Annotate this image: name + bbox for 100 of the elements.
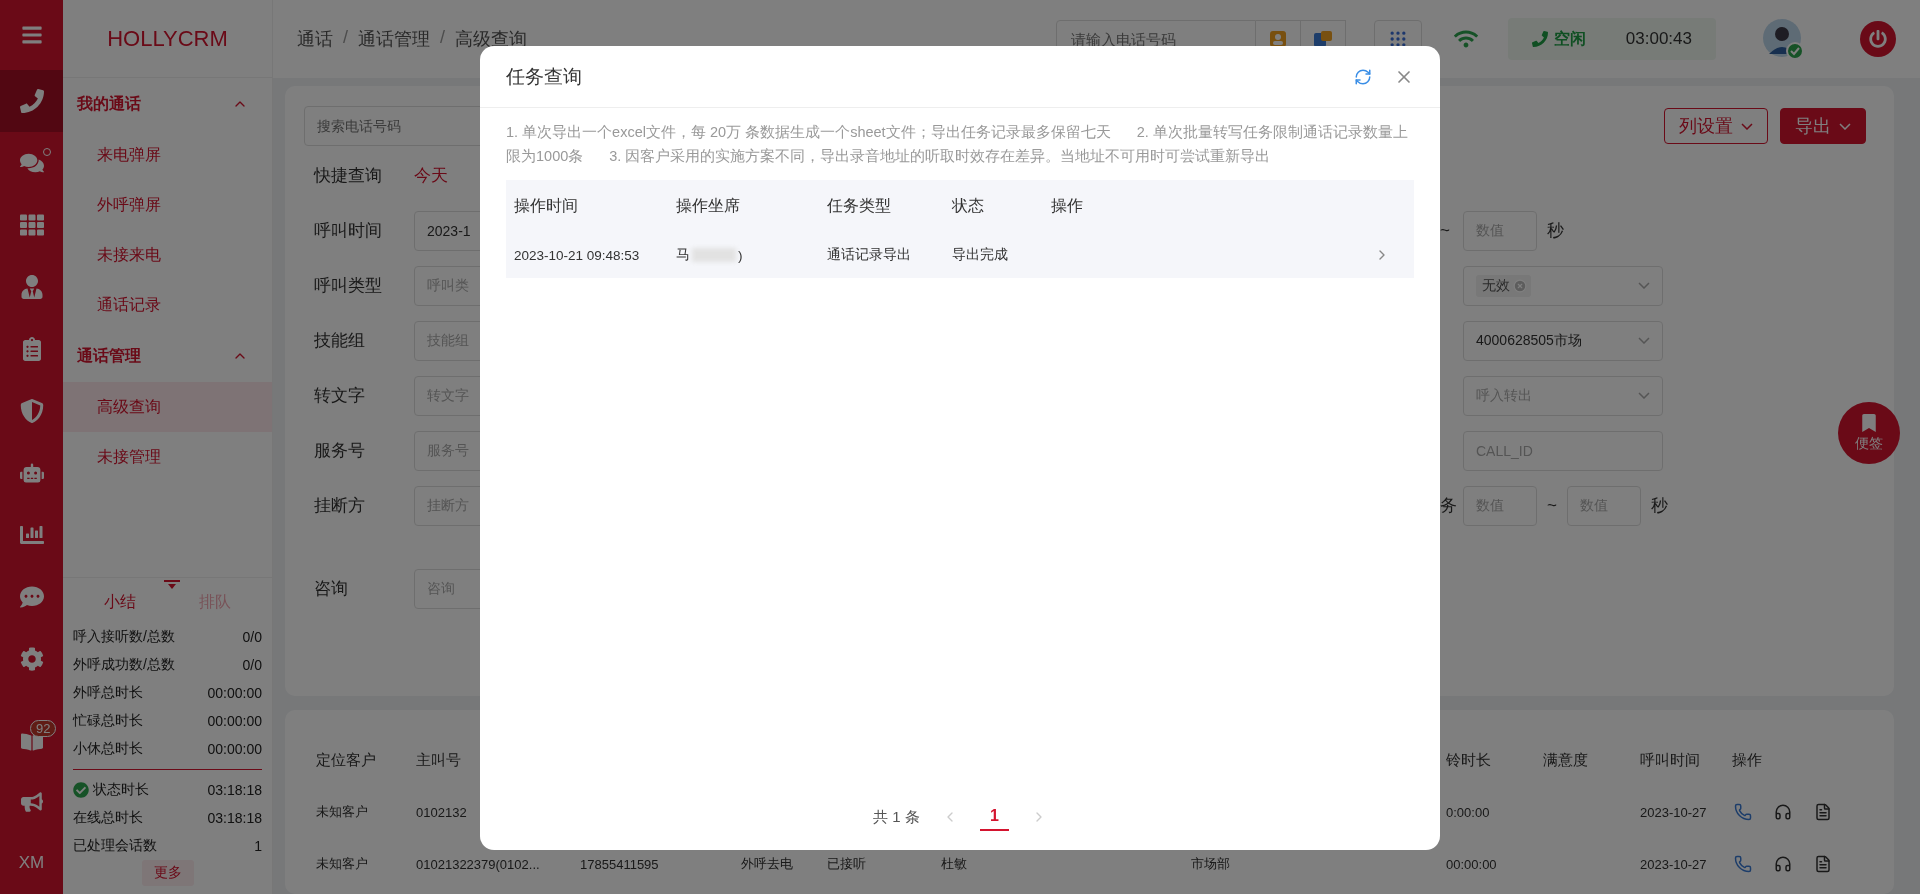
phone-icon[interactable]	[1734, 803, 1752, 821]
field-label: 服务号	[314, 440, 366, 462]
stat-label: 小休总时长	[73, 740, 143, 758]
table-cell-text: 2023-10-27	[1639, 804, 1708, 820]
range-separator: ~	[1440, 220, 1451, 241]
headphones-icon[interactable]	[1774, 803, 1792, 821]
column-header: 状态	[951, 195, 985, 216]
stat-value: 03:18:18	[207, 782, 262, 798]
bar-chart-icon	[19, 523, 44, 547]
table-cell: 马	[676, 246, 690, 264]
table-cell-text: 01021322379(0102...	[415, 856, 541, 872]
dropdown-icon	[1638, 282, 1650, 289]
tab-indicator-icon	[164, 580, 180, 590]
table-cell-text: 通话记录导出	[826, 246, 912, 264]
table-cell-text: 未知客户	[315, 855, 369, 873]
breadcrumb-separator: /	[343, 27, 348, 49]
nav-item[interactable]: 通话记录	[63, 280, 272, 330]
field-label: 挂断方	[314, 495, 366, 517]
unit-label: 秒	[1547, 220, 1564, 242]
menu-icon	[20, 24, 43, 46]
table-cell-text: 0:00:00	[1445, 804, 1491, 820]
summary-tab[interactable]: 小结	[98, 588, 143, 617]
person-icon	[19, 275, 44, 299]
column-header: 操作坐席	[675, 195, 741, 216]
page-number[interactable]: 1	[979, 803, 1009, 831]
window-icon[interactable]	[1312, 30, 1333, 48]
field-label: 呼叫类型	[314, 275, 383, 297]
breadcrumb-item: 高级查询	[455, 28, 528, 51]
book-icon	[20, 731, 43, 753]
stat-value: 0/0	[242, 657, 262, 673]
table-cell-text: 2023-10-21 09:48:53	[513, 247, 641, 263]
field-label: 咨询	[314, 578, 349, 600]
message-icon	[19, 585, 44, 609]
contact-icon[interactable]	[1268, 30, 1287, 48]
logo: HOLLYCRM	[63, 0, 272, 78]
column-header: 满意度	[1542, 750, 1589, 770]
rail-item[interactable]: 92	[0, 712, 63, 772]
column-settings-button[interactable]: 列设置	[1664, 108, 1768, 144]
nav-item[interactable]: 来电弹屏	[63, 130, 272, 180]
column-header: 定位客户	[315, 750, 377, 770]
export-button[interactable]: 导出	[1780, 108, 1866, 144]
breadcrumb-separator: /	[440, 27, 446, 49]
phone-icon[interactable]	[1734, 855, 1752, 873]
nav-item[interactable]: 未接来电	[63, 230, 272, 280]
caret-icon	[1839, 122, 1851, 130]
stat-value: 0/0	[242, 629, 262, 645]
column-header: 任务类型	[826, 195, 892, 216]
column-header: 操作时间	[513, 195, 579, 216]
column-header: 操作	[1731, 750, 1763, 770]
selected-tag: 无效	[1476, 274, 1531, 297]
table-cell-text: 未知客户	[315, 803, 369, 821]
table-cell-text: 已接听	[826, 855, 867, 873]
headphones-icon[interactable]	[1774, 855, 1792, 873]
stat-value: 00:00:00	[207, 685, 262, 701]
power-button[interactable]	[1860, 21, 1896, 57]
stat-value: 03:18:18	[207, 810, 262, 826]
status-text: 空闲	[1553, 28, 1586, 49]
dropdown-icon	[1638, 392, 1650, 399]
more-button[interactable]: 更多	[141, 860, 194, 886]
table-cell-text: 17855411595	[579, 856, 660, 872]
nav-section-header[interactable]: 我的通话	[63, 78, 272, 130]
stat-label: 在线总时长	[73, 809, 143, 827]
table-cell-text: 外呼去电	[740, 855, 794, 873]
quick-filter-link[interactable]: 今天	[414, 164, 448, 187]
unit-label: 秒	[1650, 495, 1668, 517]
nav-section-header[interactable]: 通话管理	[63, 330, 272, 382]
nav-item[interactable]: 未接管理	[63, 432, 272, 482]
field-label: 快捷查询	[314, 165, 383, 187]
stat-label: 呼入接听数/总数	[73, 628, 175, 646]
dialog-title: 任务查询	[506, 64, 583, 89]
breadcrumb-item[interactable]: 通话	[297, 27, 333, 51]
nav-item[interactable]: 高级查询	[63, 382, 272, 432]
stat-label: 已处理会话数	[73, 837, 157, 855]
column-header: 铃时长	[1445, 750, 1492, 770]
nav-item[interactable]: 外呼弹屏	[63, 180, 272, 230]
user-initials: XM	[18, 853, 45, 873]
stat-label: 忙碌总时长	[73, 712, 143, 730]
field-label: 技能组	[314, 330, 366, 352]
phone-icon	[1531, 31, 1548, 47]
count-badge: 92	[30, 720, 57, 737]
dropdown-icon	[1638, 337, 1650, 344]
tag-select[interactable]: 无效	[1463, 265, 1663, 306]
caret-icon	[1741, 122, 1753, 130]
table-cell-text: 2023-10-27	[1639, 856, 1708, 872]
chat-icon	[19, 151, 44, 175]
avatar[interactable]	[1762, 18, 1804, 60]
document-icon[interactable]	[1814, 855, 1832, 873]
column-header: 操作	[1050, 195, 1084, 216]
stat-label: 外呼成功数/总数	[73, 656, 175, 674]
field-label: 呼叫时间	[314, 220, 383, 242]
remove-icon[interactable]	[1513, 278, 1527, 293]
breadcrumb-item[interactable]: 通话管理	[358, 27, 430, 51]
table-cell-text: 杜敏	[940, 855, 968, 873]
field-label: 转文字	[314, 385, 366, 407]
refresh-button[interactable]	[1354, 67, 1372, 86]
table-cell-text: 0102132	[415, 804, 468, 820]
bookmark-icon	[1860, 413, 1878, 432]
document-icon[interactable]	[1814, 803, 1832, 821]
column-header: 呼叫时间	[1639, 750, 1701, 770]
select-field[interactable]: 4000628505市场	[1463, 320, 1663, 361]
